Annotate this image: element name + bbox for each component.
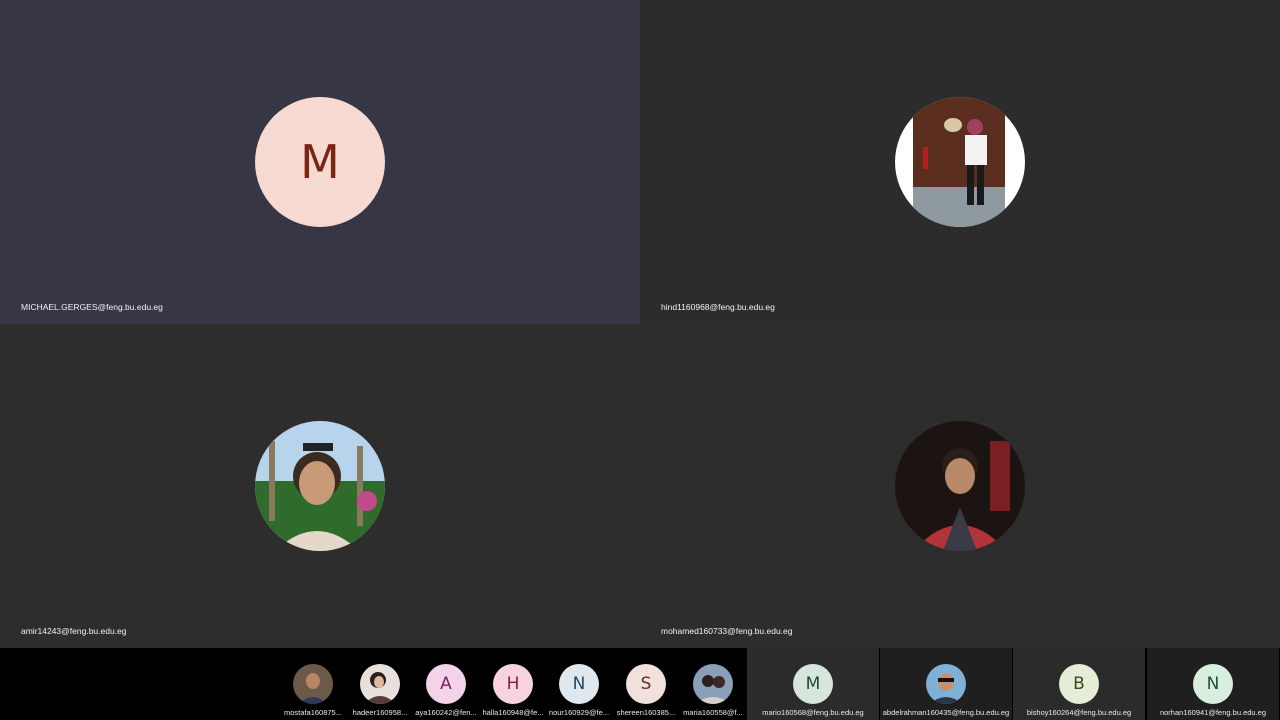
participant-name: mostafa160875...: [284, 708, 342, 717]
video-grid: M MICHAEL.GERGES@feng.bu.edu.eg hind1160…: [0, 0, 1280, 648]
participant-avatar: N: [559, 664, 599, 704]
participant-name: nour160929@fe...: [548, 708, 610, 717]
participant-name: norhan160941@feng.bu.edu.eg: [1159, 708, 1267, 717]
participant-name: hadeer160958...: [352, 708, 408, 717]
participant-avatar: B: [1059, 664, 1099, 704]
participant-name: hind1160968@feng.bu.edu.eg: [661, 302, 775, 312]
participant-thumbnail[interactable]: S shereen160385...: [613, 648, 679, 720]
participant-name: shereen160385...: [616, 708, 676, 717]
participant-avatar: N: [1193, 664, 1233, 704]
participant-name: maria160558@f...: [683, 708, 743, 717]
participant-photo: [895, 421, 1025, 551]
participant-thumbnail[interactable]: mostafa160875...: [280, 648, 346, 720]
participant-avatar: S: [626, 664, 666, 704]
participant-avatar: A: [426, 664, 466, 704]
participant-photo: [926, 664, 966, 704]
participant-thumbnail[interactable]: M mario160568@feng.bu.edu.eg: [747, 648, 879, 720]
participant-tile[interactable]: amir14243@feng.bu.edu.eg: [0, 324, 640, 648]
participant-name: mohamed160733@feng.bu.edu.eg: [661, 626, 793, 636]
participant-name: halla160948@fe...: [482, 708, 544, 717]
participant-tile[interactable]: hind1160968@feng.bu.edu.eg: [640, 0, 1280, 324]
participant-thumbnail[interactable]: abdelrahman160435@feng.bu.edu.eg: [880, 648, 1012, 720]
participant-avatar: M: [255, 97, 385, 227]
participant-name: aya160242@fen...: [415, 708, 477, 717]
participant-thumbnail[interactable]: B bishoy160264@feng.bu.edu.eg: [1013, 648, 1145, 720]
participant-tile[interactable]: mohamed160733@feng.bu.edu.eg: [640, 324, 1280, 648]
participant-thumbnail[interactable]: H halla160948@fe...: [480, 648, 546, 720]
participant-name: mario160568@feng.bu.edu.eg: [762, 708, 864, 717]
participant-photo: [293, 664, 333, 704]
participant-photo: [360, 664, 400, 704]
participant-name: MICHAEL.GERGES@feng.bu.edu.eg: [21, 302, 163, 312]
participant-photo: [693, 664, 733, 704]
participant-avatar: M: [793, 664, 833, 704]
participant-photo: [255, 421, 385, 551]
participant-photo: [895, 97, 1025, 227]
participant-tile[interactable]: M MICHAEL.GERGES@feng.bu.edu.eg: [0, 0, 640, 324]
participant-thumbnail[interactable]: A aya160242@fen...: [413, 648, 479, 720]
participant-thumbnail[interactable]: N nour160929@fe...: [546, 648, 612, 720]
participant-name: abdelrahman160435@feng.bu.edu.eg: [882, 708, 1010, 717]
participant-thumbnail[interactable]: maria160558@f...: [680, 648, 746, 720]
participant-thumbnail[interactable]: N norhan160941@feng.bu.edu.eg: [1147, 648, 1279, 720]
participant-thumbnail[interactable]: hadeer160958...: [347, 648, 413, 720]
participant-avatar: H: [493, 664, 533, 704]
participant-name: bishoy160264@feng.bu.edu.eg: [1026, 708, 1132, 717]
participant-name: amir14243@feng.bu.edu.eg: [21, 626, 127, 636]
